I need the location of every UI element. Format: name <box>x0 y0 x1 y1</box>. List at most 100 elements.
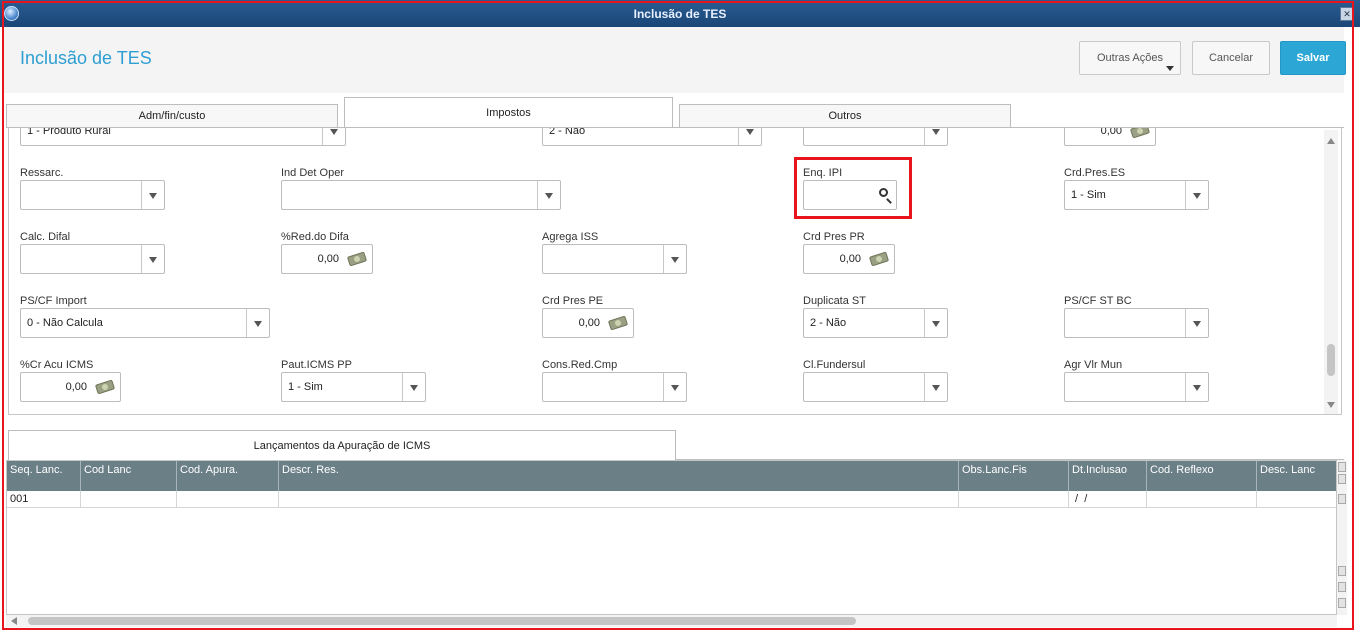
table-cell[interactable] <box>177 491 279 508</box>
scrollbar-thumb[interactable] <box>1327 344 1335 376</box>
page-title: Inclusão de TES <box>20 48 152 68</box>
table-cell[interactable] <box>279 491 959 508</box>
chevron-down-icon[interactable] <box>924 309 947 337</box>
money-value: 0,00 <box>839 253 861 265</box>
cl-fundersul-label: Cl.Fundersul <box>803 359 866 371</box>
column-header[interactable]: Seq. Lanc. <box>7 461 81 491</box>
scroll-bottom-icon[interactable] <box>1338 598 1346 608</box>
chevron-down-icon[interactable] <box>663 245 686 273</box>
scroll-down-icon[interactable] <box>1327 402 1335 408</box>
crd-pres-pe-field[interactable]: 0,00 <box>542 308 634 338</box>
money-icon[interactable] <box>1129 128 1151 139</box>
chevron-down-icon[interactable] <box>141 181 164 209</box>
pscf-st-bc-select[interactable] <box>1064 308 1209 338</box>
scroll-down-icon[interactable] <box>1338 566 1346 576</box>
tab-impostos[interactable]: Impostos <box>344 97 673 128</box>
duplicata-st-select[interactable]: 2 - Não <box>803 308 948 338</box>
outras-acoes-button[interactable]: Outras Ações <box>1079 41 1181 75</box>
grid-vertical-scrollbar[interactable] <box>1337 460 1347 615</box>
combo-value: 0 - Não Calcula <box>27 317 103 329</box>
column-header[interactable]: Desc. Lanc <box>1257 461 1336 491</box>
scroll-top-icon[interactable] <box>1338 462 1346 472</box>
money-icon[interactable] <box>94 379 116 395</box>
red-difa-field[interactable]: 0,00 <box>281 244 373 274</box>
tab-adm-fin-custo[interactable]: Adm/fin/custo <box>6 104 338 128</box>
table-cell[interactable] <box>1257 491 1336 508</box>
cancel-button[interactable]: Cancelar <box>1192 41 1270 75</box>
partial-combo-1[interactable]: 1 - Produto Rural <box>20 128 346 146</box>
tab-label: Adm/fin/custo <box>138 110 206 122</box>
chevron-down-icon <box>1166 66 1174 71</box>
chevron-down-icon[interactable] <box>924 373 947 401</box>
calc-difal-label: Calc. Difal <box>20 231 71 243</box>
ressarc-label: Ressarc. <box>20 167 64 179</box>
scroll-down-icon[interactable] <box>1338 582 1346 592</box>
tab-outros[interactable]: Outros <box>679 104 1011 128</box>
impostos-form-panel: 1 - Produto Rural 2 - Não 0,00 Ressarc. … <box>8 128 1342 415</box>
money-icon[interactable] <box>607 315 629 331</box>
scroll-left-icon[interactable] <box>11 617 17 625</box>
agrega-iss-select[interactable] <box>542 244 687 274</box>
crd-pres-pe-label: Crd Pres PE <box>542 295 604 307</box>
chevron-down-icon[interactable] <box>663 373 686 401</box>
chevron-down-icon[interactable] <box>1185 309 1208 337</box>
ressarc-select[interactable] <box>20 180 165 210</box>
cr-acu-icms-field[interactable]: 0,00 <box>20 372 121 402</box>
chevron-down-icon[interactable] <box>924 128 947 145</box>
crd-pres-es-select[interactable]: 1 - Sim <box>1064 180 1209 210</box>
cr-acu-icms-label: %Cr Acu ICMS <box>20 359 94 371</box>
scroll-up-icon[interactable] <box>1338 494 1346 504</box>
cl-fundersul-select[interactable] <box>803 372 948 402</box>
money-icon[interactable] <box>868 251 890 267</box>
agrega-iss-label: Agrega ISS <box>542 231 599 243</box>
chevron-down-icon[interactable] <box>246 309 269 337</box>
paut-icms-pp-label: Paut.ICMS PP <box>281 359 352 371</box>
table-cell[interactable] <box>81 491 177 508</box>
save-button[interactable]: Salvar <box>1280 41 1346 75</box>
table-cell[interactable] <box>959 491 1069 508</box>
combo-value: 1 - Sim <box>1071 189 1106 201</box>
column-header[interactable]: Dt.Inclusao <box>1069 461 1147 491</box>
chevron-down-icon[interactable] <box>322 128 345 145</box>
table-cell[interactable]: 001 <box>7 491 81 508</box>
chevron-down-icon[interactable] <box>1185 373 1208 401</box>
crd-pres-pr-field[interactable]: 0,00 <box>803 244 895 274</box>
crd-pres-pr-label: Crd Pres PR <box>803 231 865 243</box>
partial-combo-3[interactable] <box>803 128 948 146</box>
page-header: Inclusão de TES Outras Ações Cancelar Sa… <box>4 27 1346 93</box>
calc-difal-select[interactable] <box>20 244 165 274</box>
pscf-import-select[interactable]: 0 - Não Calcula <box>20 308 270 338</box>
scrollbar-thumb[interactable] <box>28 617 856 625</box>
form-vertical-scrollbar[interactable] <box>1324 130 1338 414</box>
partial-money-field[interactable]: 0,00 <box>1064 128 1156 146</box>
column-header[interactable]: Descr. Res. <box>279 461 959 491</box>
grid-horizontal-scrollbar[interactable] <box>6 615 1337 627</box>
table-cell[interactable]: / / <box>1069 491 1147 508</box>
chevron-down-icon[interactable] <box>141 245 164 273</box>
column-header[interactable]: Cod Lanc <box>81 461 177 491</box>
chevron-down-icon[interactable] <box>402 373 425 401</box>
chevron-down-icon[interactable] <box>738 128 761 145</box>
column-header[interactable]: Cod. Apura. <box>177 461 279 491</box>
ind-det-oper-select[interactable] <box>281 180 561 210</box>
tab-label: Impostos <box>486 107 531 119</box>
tab-lancamentos-apuracao-icms[interactable]: Lançamentos da Apuração de ICMS <box>8 430 676 460</box>
column-header[interactable]: Obs.Lanc.Fis <box>959 461 1069 491</box>
partial-combo-2[interactable]: 2 - Não <box>542 128 762 146</box>
highlight-annotation-box <box>794 157 912 219</box>
scroll-up-icon[interactable] <box>1327 138 1335 144</box>
agr-vlr-mun-select[interactable] <box>1064 372 1209 402</box>
pscf-st-bc-label: PS/CF ST BC <box>1064 295 1132 307</box>
money-icon[interactable] <box>346 251 368 267</box>
chevron-down-icon[interactable] <box>1185 181 1208 209</box>
cons-red-cmp-label: Cons.Red.Cmp <box>542 359 618 371</box>
column-header[interactable]: Cod. Reflexo <box>1147 461 1257 491</box>
money-value: 0,00 <box>317 253 339 265</box>
scroll-up-icon[interactable] <box>1338 474 1346 484</box>
paut-icms-pp-select[interactable]: 1 - Sim <box>281 372 426 402</box>
chevron-down-icon[interactable] <box>537 181 560 209</box>
cons-red-cmp-select[interactable] <box>542 372 687 402</box>
close-icon[interactable]: ✕ <box>1340 7 1354 21</box>
combo-value: 2 - Não <box>549 128 586 137</box>
table-cell[interactable] <box>1147 491 1257 508</box>
